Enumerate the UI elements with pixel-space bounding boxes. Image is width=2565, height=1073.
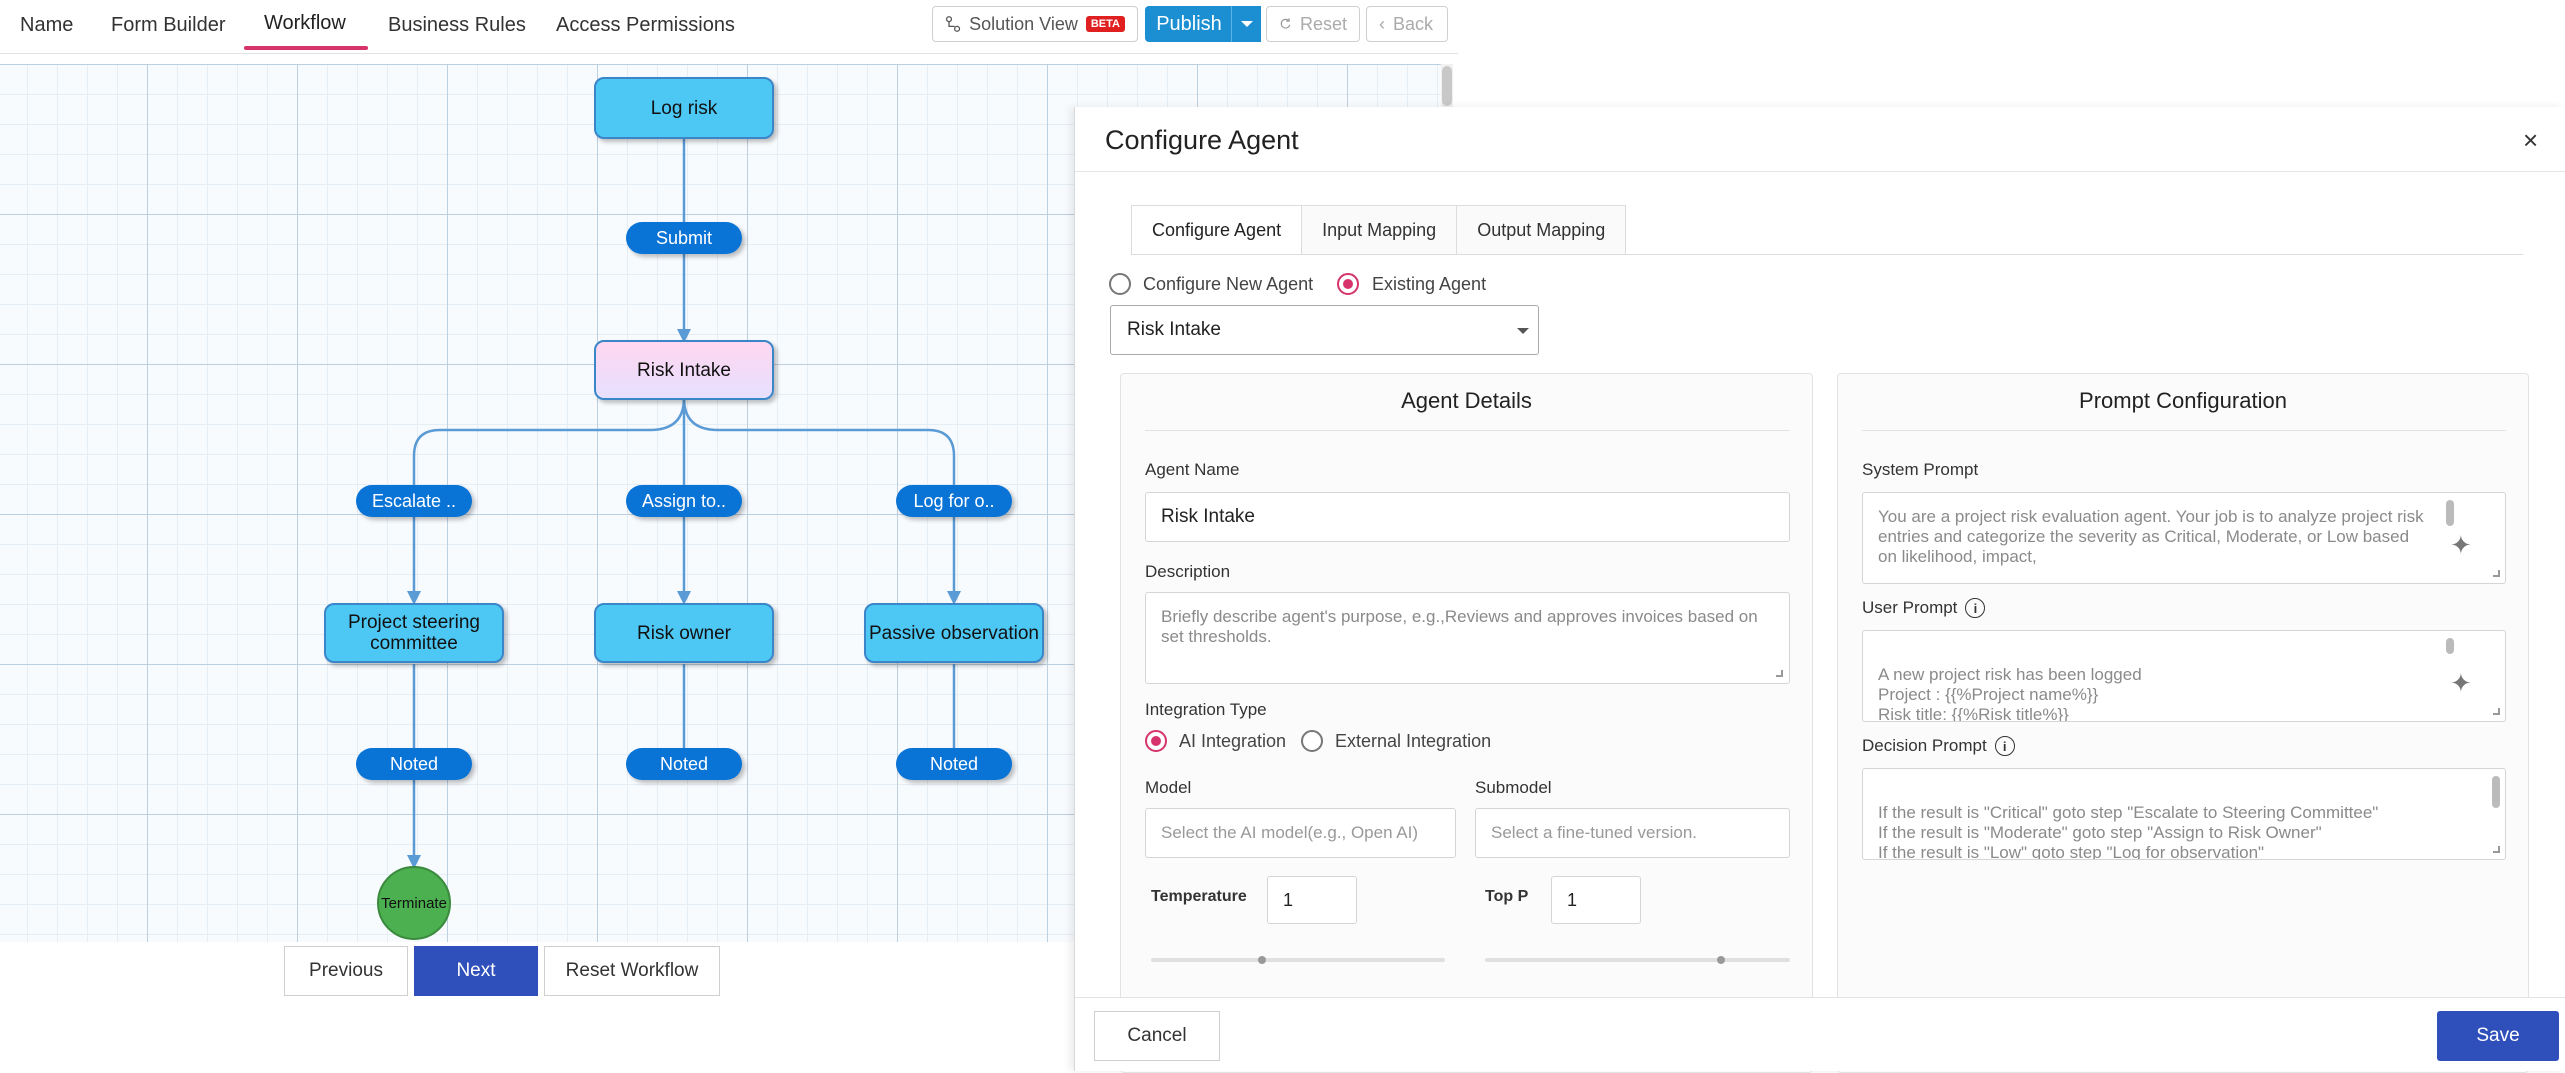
temperature-label: Temperature xyxy=(1151,888,1247,905)
top-p-slider[interactable] xyxy=(1485,958,1790,962)
radio-ai-integration[interactable] xyxy=(1145,730,1167,752)
submodel-select[interactable]: Select a fine-tuned version. xyxy=(1475,808,1790,858)
card-divider xyxy=(1862,430,2506,431)
cancel-button[interactable]: Cancel xyxy=(1094,1011,1220,1061)
top-p-label: Top P xyxy=(1485,888,1529,905)
system-prompt-scrollbar[interactable] xyxy=(2446,500,2454,526)
user-prompt-text: A new project risk has been logged Proje… xyxy=(1878,665,2142,722)
next-button[interactable]: Next xyxy=(414,946,538,996)
panel-tabs: Configure Agent Input Mapping Output Map… xyxy=(1131,205,1627,255)
previous-button[interactable]: Previous xyxy=(284,946,408,996)
connector-intake-logfor xyxy=(682,397,956,486)
sparkle-icon[interactable]: ✦ xyxy=(2450,530,2472,561)
agent-select[interactable]: Risk Intake xyxy=(1110,305,1539,355)
node-log-risk[interactable]: Log risk xyxy=(594,77,774,139)
prompt-configuration-title: Prompt Configuration xyxy=(2079,388,2287,413)
user-prompt-label: User Prompt i xyxy=(1862,598,1986,618)
action-escalate[interactable]: Escalate .. xyxy=(356,485,472,517)
node-terminate[interactable]: Terminate xyxy=(377,866,451,940)
tabs-divider xyxy=(1131,254,2523,255)
radio-external-integration[interactable] xyxy=(1301,730,1323,752)
top-p-slider-handle[interactable] xyxy=(1717,956,1725,964)
node-steering-committee[interactable]: Project steering committee xyxy=(324,603,504,663)
radio-configure-new-agent[interactable] xyxy=(1109,273,1131,295)
card-divider xyxy=(1145,430,1790,431)
temperature-slider-handle[interactable] xyxy=(1258,956,1266,964)
panel-title: Configure Agent xyxy=(1105,125,1299,155)
label-external-integration: External Integration xyxy=(1335,731,1492,751)
tab-configure-agent[interactable]: Configure Agent xyxy=(1131,205,1303,255)
agent-name-label: Agent Name xyxy=(1145,460,1240,479)
decision-prompt-input[interactable]: If the result is "Critical" goto step "E… xyxy=(1862,768,2506,860)
user-prompt-scrollbar[interactable] xyxy=(2446,638,2454,654)
prompt-configuration-card: Prompt Configuration System Prompt You a… xyxy=(1837,373,2529,1073)
integration-type-label: Integration Type xyxy=(1145,700,1267,719)
label-configure-new-agent: Configure New Agent xyxy=(1143,274,1314,294)
model-label: Model xyxy=(1145,778,1192,797)
resize-grip-icon[interactable] xyxy=(2493,846,2500,853)
canvas-scrollbar-thumb[interactable] xyxy=(1442,66,1452,106)
system-prompt-input[interactable]: You are a project risk evaluation agent.… xyxy=(1862,492,2506,584)
resize-grip-icon[interactable] xyxy=(2493,570,2500,577)
tab-input-mapping[interactable]: Input Mapping xyxy=(1301,205,1458,255)
connector-intake-escalate xyxy=(412,397,686,486)
model-select[interactable]: Select the AI model(e.g., Open AI) xyxy=(1145,808,1456,858)
action-log-for[interactable]: Log for o.. xyxy=(896,485,1012,517)
tab-output-mapping[interactable]: Output Mapping xyxy=(1456,205,1627,255)
resize-grip-icon[interactable] xyxy=(1776,670,1783,677)
info-icon[interactable]: i xyxy=(1965,598,1986,618)
reset-workflow-button[interactable]: Reset Workflow xyxy=(544,946,720,996)
action-noted-1[interactable]: Noted xyxy=(356,748,472,780)
top-p-input[interactable]: 1 xyxy=(1551,876,1641,924)
action-noted-2[interactable]: Noted xyxy=(626,748,742,780)
resize-grip-icon[interactable] xyxy=(2493,708,2500,715)
decision-prompt-label: Decision Prompt i xyxy=(1862,736,2015,756)
agent-select-value: Risk Intake xyxy=(1127,319,1221,340)
node-passive-observation[interactable]: Passive observation xyxy=(864,603,1044,663)
action-submit[interactable]: Submit xyxy=(626,222,742,254)
label-ai-integration: AI Integration xyxy=(1179,731,1287,751)
decision-prompt-text: If the result is "Critical" goto step "E… xyxy=(1878,803,2379,860)
decision-prompt-scrollbar[interactable] xyxy=(2492,776,2500,808)
user-prompt-input[interactable]: A new project risk has been logged Proje… xyxy=(1862,630,2506,722)
temperature-slider[interactable] xyxy=(1151,958,1445,962)
close-icon[interactable]: × xyxy=(2523,125,2538,156)
sparkle-icon[interactable]: ✦ xyxy=(2450,668,2472,699)
agent-details-title: Agent Details xyxy=(1401,388,1532,413)
configure-agent-panel: Configure Agent × Configure Agent Input … xyxy=(1074,107,2565,1073)
node-risk-owner[interactable]: Risk owner xyxy=(594,603,774,663)
system-prompt-label: System Prompt xyxy=(1862,460,1979,479)
label-existing-agent: Existing Agent xyxy=(1372,274,1487,294)
description-input[interactable]: Briefly describe agent's purpose, e.g.,R… xyxy=(1145,592,1790,684)
system-prompt-text: You are a project risk evaluation agent.… xyxy=(1878,507,2424,566)
description-label: Description xyxy=(1145,562,1231,581)
agent-details-card: Agent Details Agent Name Risk Intake Des… xyxy=(1120,373,1813,1073)
panel-divider xyxy=(1075,171,2565,172)
panel-footer: Cancel Save xyxy=(1075,997,2565,1071)
action-assign[interactable]: Assign to.. xyxy=(626,485,742,517)
save-button[interactable]: Save xyxy=(2437,1011,2559,1061)
submodel-label: Submodel xyxy=(1475,778,1552,797)
node-risk-intake[interactable]: Risk Intake xyxy=(594,340,774,400)
description-placeholder: Briefly describe agent's purpose, e.g.,R… xyxy=(1161,607,1758,646)
chevron-down-icon xyxy=(1517,328,1529,334)
info-icon[interactable]: i xyxy=(1994,736,2015,756)
radio-existing-agent[interactable] xyxy=(1337,273,1359,295)
action-noted-3[interactable]: Noted xyxy=(896,748,1012,780)
agent-name-input[interactable]: Risk Intake xyxy=(1145,492,1790,542)
temperature-input[interactable]: 1 xyxy=(1267,876,1357,924)
